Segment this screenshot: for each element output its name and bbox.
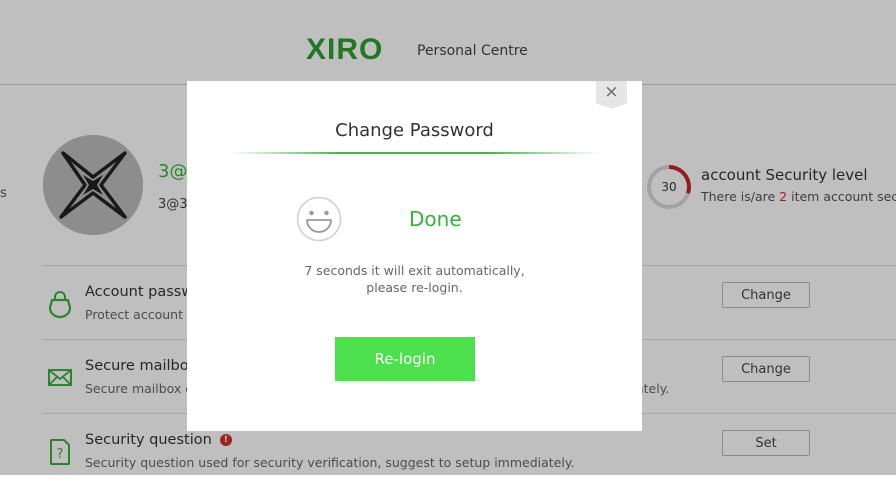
status-done: Done xyxy=(409,207,462,231)
smiley-icon xyxy=(296,196,342,242)
title-divider xyxy=(230,152,600,154)
relogin-button[interactable]: Re-login xyxy=(335,337,475,381)
exit-message-line2: please re-login. xyxy=(366,280,463,295)
exit-message-line1: 7 seconds it will exit automatically, xyxy=(304,263,525,278)
dialog-title: Change Password xyxy=(335,120,494,141)
close-icon[interactable]: × xyxy=(596,81,627,109)
exit-message: 7 seconds it will exit automatically, pl… xyxy=(187,262,642,296)
